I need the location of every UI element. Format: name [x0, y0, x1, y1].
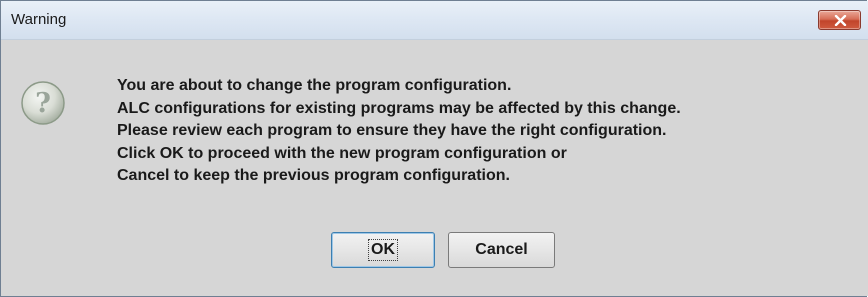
close-button[interactable]	[818, 10, 861, 30]
warning-dialog: Warning ? You are about to change the pr…	[0, 0, 868, 297]
question-icon: ?	[21, 81, 65, 125]
dialog-content: ? You are about to change the program co…	[1, 40, 868, 296]
title-bar[interactable]: Warning	[1, 1, 868, 40]
ok-button[interactable]: OK	[331, 232, 435, 268]
close-icon	[834, 15, 847, 26]
dialog-title: Warning	[11, 11, 67, 28]
message-line: Cancel to keep the previous program conf…	[117, 167, 510, 184]
svg-text:?: ?	[35, 88, 51, 119]
ok-button-label: OK	[368, 239, 398, 261]
message-line: ALC configurations for existing programs…	[117, 99, 681, 117]
cancel-button[interactable]: Cancel	[448, 232, 555, 268]
warning-message: You are about to change the program conf…	[117, 75, 681, 188]
message-line: Click OK to proceed with the new program…	[117, 144, 567, 162]
message-line: Please review each program to ensure the…	[117, 122, 667, 139]
message-line: You are about to change the program conf…	[117, 77, 512, 94]
